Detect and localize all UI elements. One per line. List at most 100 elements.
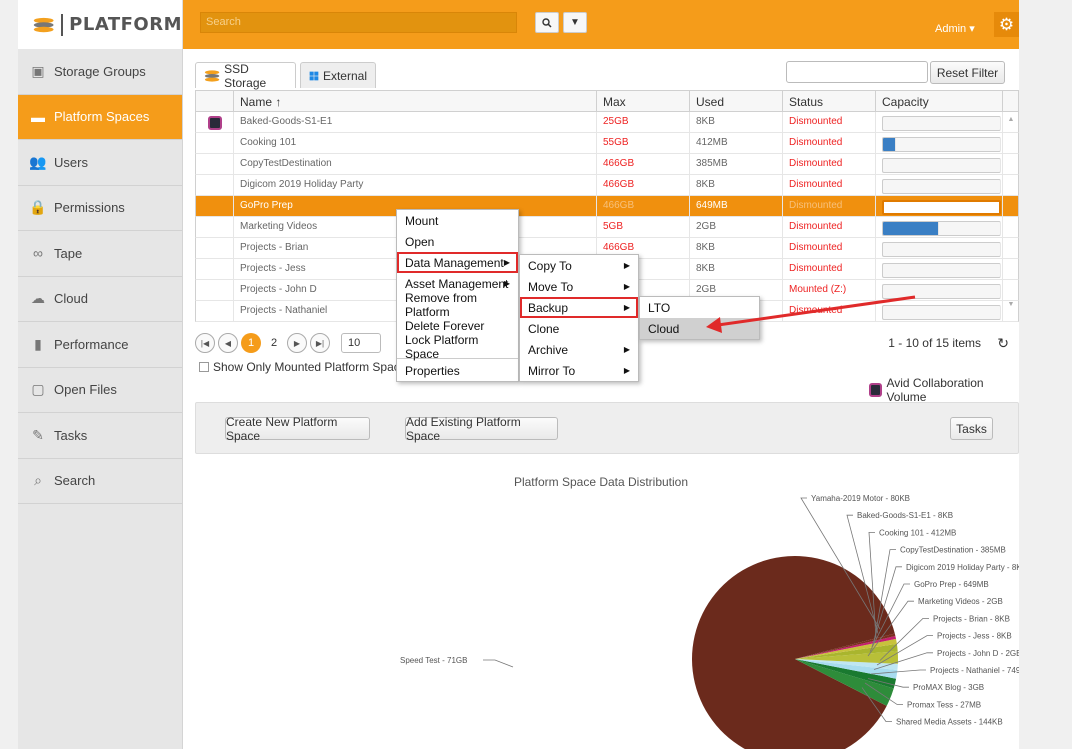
table-row[interactable]: CopyTestDestination 466GB 385MB Dismounted	[195, 154, 1019, 175]
sidebar-item-open-files[interactable]: ▢ Open Files	[18, 368, 182, 413]
pie-label: Projects - Brian - 8KB	[933, 614, 1010, 623]
context-menu: Mount Open Data Management ▶ Asset Manage…	[396, 209, 519, 382]
submenu-arrow-icon: ▶	[503, 258, 510, 267]
admin-menu[interactable]: Admin ▾	[935, 22, 975, 35]
search-input[interactable]: Search	[200, 12, 517, 33]
menu-backup[interactable]: Backup ▶	[520, 297, 638, 318]
menu-label: Archive	[528, 342, 569, 357]
prev-page-icon[interactable]: ◀	[218, 333, 238, 353]
submenu-arrow-icon: ▶	[623, 366, 630, 375]
sidebar-item-label: Storage Groups	[54, 63, 146, 79]
cell-capacity	[876, 196, 1003, 216]
table-row[interactable]: Cooking 101 55GB 412MB Dismounted	[195, 133, 1019, 154]
menu-remove-from-platform[interactable]: Remove from Platform	[397, 291, 518, 319]
cell-used: 2GB	[690, 217, 783, 237]
menu-label: Asset Management	[405, 276, 509, 291]
sidebar-item-performance[interactable]: ▮ Performance	[18, 322, 182, 368]
menu-mirror-to[interactable]: Mirror To ▶	[520, 360, 638, 381]
page-2[interactable]: 2	[264, 337, 284, 349]
sidebar-item-search[interactable]: ⌕ Search	[18, 459, 182, 504]
search-button[interactable]	[535, 12, 559, 33]
menu-lto[interactable]: LTO	[640, 297, 759, 318]
page-1[interactable]: 1	[241, 333, 261, 353]
sidebar-item-platform-spaces[interactable]: ▬ Platform Spaces	[18, 94, 182, 140]
magnifier-icon	[542, 17, 552, 28]
avid-legend: Avid Collaboration Volume	[869, 376, 1019, 404]
users-icon: 👥	[29, 153, 47, 170]
capacity-bar	[882, 137, 1001, 152]
col-name[interactable]: Name ↑	[234, 91, 597, 111]
sidebar-item-label: Search	[54, 473, 96, 489]
menu-move-to[interactable]: Move To ▶	[520, 276, 638, 297]
sidebar: ▣ Storage Groups ▬ Platform Spaces 👥 Users 🔒 Pe…	[18, 49, 183, 749]
submenu-arrow-icon: ▶	[623, 261, 630, 270]
gear-icon[interactable]: ⚙	[994, 12, 1019, 37]
open-files-icon: ▢	[31, 381, 45, 398]
sidebar-item-tasks[interactable]: ✎ Tasks	[18, 413, 182, 459]
sidebar-item-permissions[interactable]: 🔒 Permissions	[18, 186, 182, 231]
avid-volume-icon	[869, 383, 883, 397]
tasks-icon: ✎	[32, 426, 44, 443]
performance-icon: ▮	[34, 335, 42, 352]
scrollbar[interactable]: ▲ ▼	[1003, 112, 1019, 322]
menu-lock-platform-space[interactable]: Lock Platform Space	[397, 333, 518, 361]
scroll-up-icon[interactable]: ▲	[1003, 116, 1019, 123]
capacity-bar	[882, 221, 1001, 236]
platform-logo-icon	[33, 17, 54, 32]
tab-label: SSD Storage	[224, 61, 267, 90]
menu-mount[interactable]: Mount	[397, 210, 518, 231]
menu-properties[interactable]: Properties	[397, 360, 518, 381]
reset-filter-button[interactable]: Reset Filter	[930, 61, 1005, 84]
col-max[interactable]: Max	[597, 91, 690, 111]
cell-status: Dismounted	[783, 154, 876, 174]
menu-copy-to[interactable]: Copy To ▶	[520, 255, 638, 276]
sidebar-item-users[interactable]: 👥 Users	[18, 140, 182, 186]
lock-icon: 🔒	[29, 199, 47, 216]
page-size-select[interactable]: 10	[341, 333, 381, 353]
tab-external[interactable]: External	[300, 62, 376, 88]
menu-open[interactable]: Open	[397, 231, 518, 252]
pie-label: Projects - John D - 2GB	[937, 649, 1019, 658]
cell-status: Dismounted	[783, 301, 876, 321]
tape-icon: ∞	[33, 245, 43, 262]
main-panel: SSD Storage External Reset Filter Name ↑…	[183, 49, 1019, 749]
next-page-icon[interactable]: ▶	[287, 333, 307, 353]
avid-legend-label: Avid Collaboration Volume	[886, 376, 984, 404]
table-row[interactable]: GoPro Prep 466GB 649MB Dismounted	[195, 196, 1019, 217]
checkbox[interactable]	[199, 362, 209, 372]
table-row[interactable]: Baked-Goods-S1-E1 25GB 8KB Dismounted	[195, 112, 1019, 133]
data-management-submenu: Copy To ▶ Move To ▶ Backup ▶ Clone Archive ▶…	[519, 254, 639, 382]
logo-text: PLATFORM	[69, 14, 182, 35]
filter-input[interactable]	[786, 61, 928, 83]
col-status[interactable]: Status	[783, 91, 876, 111]
col-used[interactable]: Used	[690, 91, 783, 111]
show-mounted-toggle[interactable]: Show Only Mounted Platform Spaces	[199, 360, 412, 374]
table-row[interactable]: Marketing Videos 5GB 2GB Dismounted	[195, 217, 1019, 238]
refresh-icon[interactable]: ↻	[997, 335, 1009, 352]
menu-cloud[interactable]: Cloud	[640, 318, 759, 339]
cell-status: Dismounted	[783, 112, 876, 132]
first-page-icon[interactable]: |◀	[195, 333, 215, 353]
scroll-down-icon[interactable]: ▼	[1003, 301, 1019, 308]
row-icon-cell	[196, 133, 234, 153]
capacity-bar	[882, 179, 1001, 194]
menu-archive[interactable]: Archive ▶	[520, 339, 638, 360]
pie-label: Yamaha-2019 Motor - 80KB	[811, 494, 910, 503]
create-platform-space-button[interactable]: Create New Platform Space	[225, 415, 370, 443]
menu-label: Mirror To	[528, 363, 576, 378]
add-existing-platform-space-button[interactable]: Add Existing Platform Space	[405, 415, 558, 443]
cell-capacity	[876, 301, 1003, 321]
pie-label: Promax Tess - 27MB	[907, 700, 981, 709]
tasks-button[interactable]: Tasks	[950, 417, 993, 440]
table-row[interactable]: Digicom 2019 Holiday Party 466GB 8KB Dismou…	[195, 175, 1019, 196]
menu-clone[interactable]: Clone	[520, 318, 638, 339]
last-page-icon[interactable]: ▶|	[310, 333, 330, 353]
tab-ssd-storage[interactable]: SSD Storage	[195, 61, 296, 90]
sidebar-item-tape[interactable]: ∞ Tape	[18, 231, 182, 277]
menu-data-management[interactable]: Data Management ▶	[397, 252, 518, 273]
capacity-bar	[882, 200, 1001, 215]
sidebar-item-storage-groups[interactable]: ▣ Storage Groups	[18, 49, 182, 95]
col-capacity[interactable]: Capacity	[876, 91, 1003, 111]
search-options-button[interactable]: ▼	[563, 12, 587, 33]
sidebar-item-cloud[interactable]: ☁ Cloud	[18, 277, 182, 322]
